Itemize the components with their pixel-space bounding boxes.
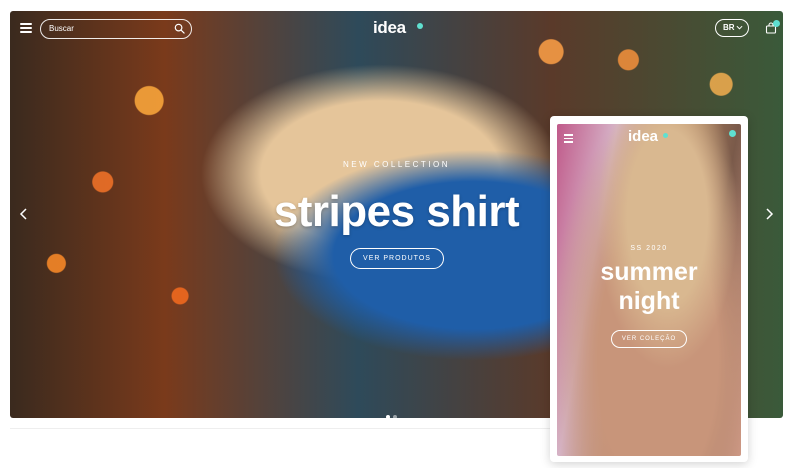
carousel-indicator bbox=[386, 406, 406, 418]
cart-count-badge[interactable] bbox=[729, 130, 736, 137]
mobile-screen: idea SS 2020 summer night VER COLEÇÃO bbox=[557, 124, 741, 456]
search-input[interactable]: Buscar bbox=[40, 19, 192, 39]
search-placeholder: Buscar bbox=[49, 24, 74, 33]
view-products-button[interactable]: VER PRODUTOS bbox=[350, 248, 444, 269]
view-collection-button[interactable]: VER COLEÇÃO bbox=[611, 330, 687, 348]
showcase-stage: Buscar idea BR NEW COLLECTION stripes sh… bbox=[0, 0, 795, 468]
language-selector[interactable]: BR bbox=[715, 19, 749, 37]
search-icon[interactable] bbox=[174, 23, 185, 34]
hero-eyebrow: SS 2020 bbox=[630, 245, 668, 252]
carousel-dot[interactable] bbox=[393, 415, 397, 418]
language-label: BR bbox=[723, 23, 735, 32]
hamburger-menu-icon[interactable] bbox=[20, 23, 32, 33]
mobile-mockup: idea SS 2020 summer night VER COLEÇÃO bbox=[550, 116, 748, 462]
logo-accent-dot bbox=[417, 23, 423, 29]
carousel-dot[interactable] bbox=[386, 415, 390, 418]
divider bbox=[10, 428, 550, 429]
chevron-down-icon bbox=[736, 25, 743, 30]
cart-count-badge bbox=[773, 20, 780, 27]
hamburger-menu-icon[interactable] bbox=[564, 134, 573, 143]
carousel-indicator bbox=[645, 449, 659, 453]
desktop-header: Buscar idea BR bbox=[10, 11, 783, 47]
hero-title-line-2: night bbox=[618, 287, 680, 315]
logo-accent-dot bbox=[663, 133, 668, 138]
brand-logo[interactable]: idea bbox=[628, 128, 658, 145]
brand-logo[interactable]: idea bbox=[373, 18, 406, 38]
hero-title-line-1: summer bbox=[600, 258, 698, 286]
